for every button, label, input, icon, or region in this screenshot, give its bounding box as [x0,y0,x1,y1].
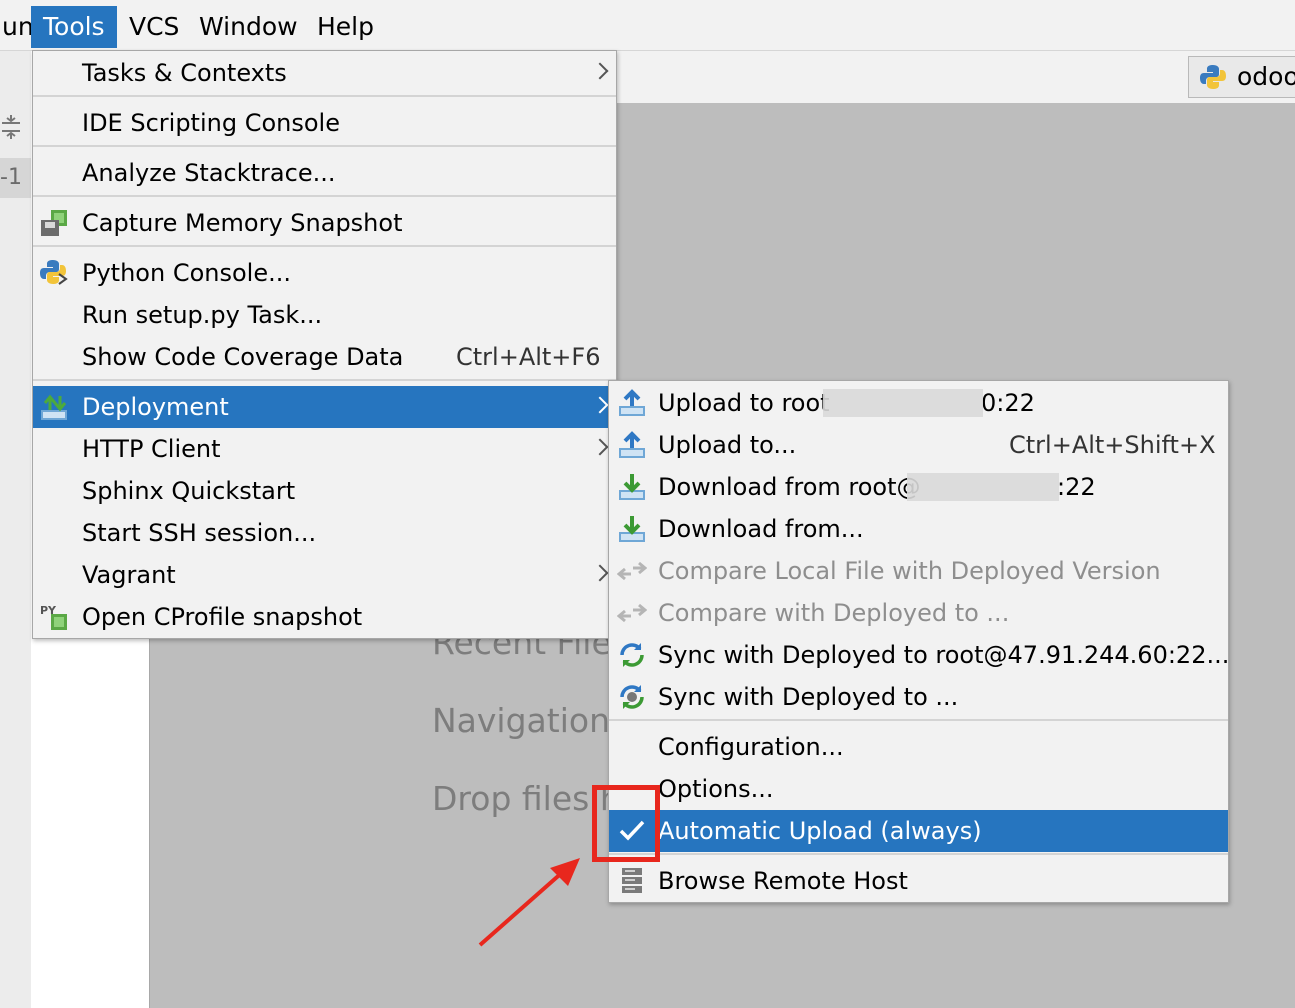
menu-separator [33,245,616,247]
tools-menu: Tasks & Contexts IDE Scripting Console A… [32,50,617,639]
menu-item-configuration[interactable]: Configuration... [609,726,1228,768]
host-suffix: :22 [1057,473,1096,501]
menubar-window[interactable]: Window [187,6,310,48]
cprofile-icon: PY [40,604,67,630]
menu-item-capture-memory-snapshot[interactable]: Capture Memory Snapshot [33,202,616,244]
sync-icon [620,643,644,667]
menubar-tools[interactable]: Tools [31,6,117,48]
download-icon [619,474,645,500]
host-suffix: 0:22 [981,389,1035,417]
menu-item-http-client[interactable]: HTTP Client [33,428,616,470]
shortcut-label: Ctrl+Alt+Shift+X [1009,431,1216,459]
redacted-host [907,473,1059,501]
submenu-arrow-icon [591,564,609,582]
submenu-arrow-icon [591,438,609,456]
submenu-arrow-icon [591,62,609,80]
annotation-highlight-box [592,785,660,862]
menubar-vcs[interactable]: VCS [117,6,191,48]
menu-separator [609,853,1228,855]
upload-icon [619,389,645,416]
download-from-icon [619,516,645,542]
menu-item-ide-scripting-console[interactable]: IDE Scripting Console [33,102,616,144]
menu-separator [33,95,616,97]
menu-item-tasks-contexts[interactable]: Tasks & Contexts [33,52,616,94]
submenu-arrow-icon [591,396,609,414]
navigation-hint: Navigation [432,701,610,740]
menu-separator [33,195,616,197]
menu-item-upload-to[interactable]: Upload to... Ctrl+Alt+Shift+X [609,424,1228,466]
menu-item-download-from[interactable]: Download from... [609,508,1228,550]
menu-item-analyze-stacktrace[interactable]: Analyze Stacktrace... [33,152,616,194]
sync-to-icon [620,685,644,709]
upload-to-icon [619,431,645,458]
compare-to-icon [617,603,647,623]
menu-item-sync-with-deployed-root[interactable]: Sync with Deployed to root@47.91.244.60:… [609,634,1229,676]
menu-item-show-code-coverage[interactable]: Show Code Coverage Data Ctrl+Alt+F6 [33,336,616,378]
menu-item-options[interactable]: Options... [609,768,1228,810]
menu-item-python-console[interactable]: Python Console... [33,252,616,294]
redacted-host [823,389,983,417]
annotation-arrow-icon [478,858,580,947]
menu-separator [33,379,616,381]
menu-item-sync-with-deployed[interactable]: Sync with Deployed to ... [609,676,1228,718]
menu-item-open-cprofile-snapshot[interactable]: PY Open CProfile snapshot [33,596,616,638]
menu-item-start-ssh-session[interactable]: Start SSH session... [33,512,616,554]
menubar-help[interactable]: Help [305,6,386,48]
menu-item-deployment[interactable]: Deployment [33,386,616,428]
project-tab-label[interactable]: -1 [0,158,31,198]
shortcut-label: Ctrl+Alt+F6 [456,343,601,371]
menu-item-run-setup-py-task[interactable]: Run setup.py Task... [33,294,616,336]
menu-item-sphinx-quickstart[interactable]: Sphinx Quickstart [33,470,616,512]
menu-separator [609,719,1228,721]
compare-icon [617,561,647,581]
menu-item-vagrant[interactable]: Vagrant [33,554,616,596]
python-icon [1200,65,1226,89]
menu-item-browse-remote-host[interactable]: Browse Remote Host [609,860,1228,902]
memory-snapshot-icon [41,210,67,236]
run-config-selector[interactable]: odoo [1188,56,1295,98]
run-config-label: odoo [1237,62,1295,91]
menu-item-compare-with-deployed: Compare with Deployed to ... [609,592,1228,634]
deployment-icon [41,394,67,420]
menu-item-automatic-upload[interactable]: Automatic Upload (always) [609,810,1228,852]
collapse-all-icon[interactable] [0,112,22,142]
menubar: un Tools VCS Window Help [0,0,1295,51]
menu-item-compare-local-file: Compare Local File with Deployed Version [609,550,1228,592]
deployment-submenu: Upload to root 0:22 Upload to... Ctrl+Al… [608,380,1229,903]
menu-separator [33,145,616,147]
python-console-icon [40,260,68,285]
remote-host-icon [622,868,642,893]
